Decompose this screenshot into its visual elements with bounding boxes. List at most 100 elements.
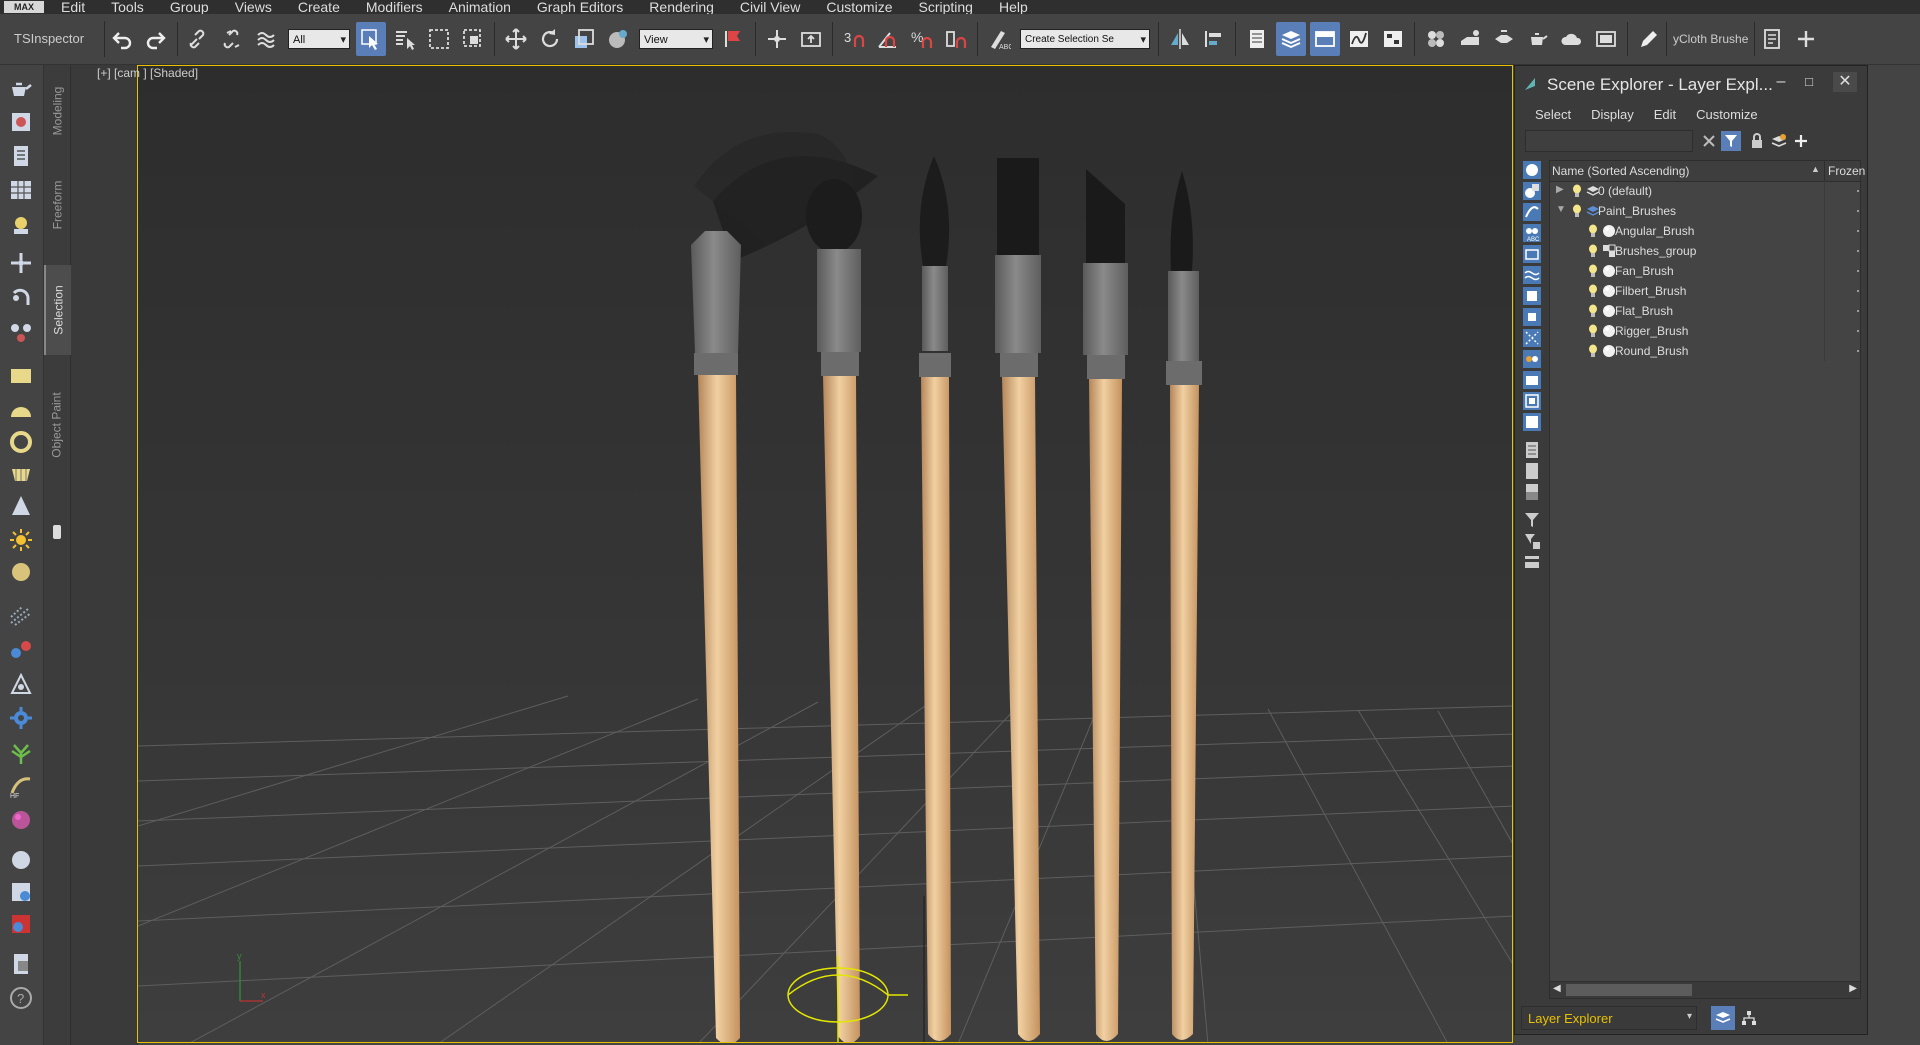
filter-funnel-icon[interactable] (1522, 510, 1542, 530)
display-shapes-icon[interactable] (1522, 202, 1542, 222)
display-panel-icon[interactable] (8, 213, 34, 239)
toggle-layer-explorer-button[interactable] (1276, 22, 1306, 56)
menu-create[interactable]: Create (285, 0, 353, 14)
quick-settings-button[interactable] (1757, 22, 1787, 56)
frozen-cell[interactable] (1824, 281, 1861, 301)
scene-file-icon[interactable] (8, 951, 34, 977)
hierarchy-filter-icon[interactable] (1522, 531, 1542, 551)
named-selection-set-dropdown[interactable]: Create Selection Se (1020, 29, 1150, 50)
help-icon[interactable]: ? (8, 985, 34, 1011)
tab-freeform[interactable]: Freeform (44, 165, 70, 245)
display-helpers-icon[interactable] (1522, 265, 1542, 285)
scroll-thumb[interactable] (1566, 984, 1692, 996)
visibility-bulb-icon[interactable] (1588, 304, 1598, 318)
select-by-name-button[interactable] (390, 22, 420, 56)
select-and-scale-button[interactable] (569, 22, 599, 56)
ribbon-expand-handle[interactable] (53, 525, 61, 539)
utilities-panel-icon[interactable] (8, 250, 34, 276)
menu-edit[interactable]: Edit (48, 0, 98, 14)
curve-editor-button[interactable] (1344, 22, 1374, 56)
light-icon[interactable] (8, 527, 34, 553)
bind-to-space-warp-button[interactable] (252, 22, 282, 56)
clear-search-button[interactable] (1699, 131, 1719, 151)
visibility-bulb-icon[interactable] (1588, 244, 1598, 258)
menu-scripting[interactable]: Scripting (905, 0, 985, 14)
motion-panel-icon[interactable] (8, 177, 34, 203)
filbert-brush[interactable] (806, 179, 862, 1043)
expand-arrow-icon[interactable]: ▶ (1556, 184, 1564, 195)
flat-brush[interactable] (995, 158, 1041, 1041)
viewport-cam[interactable]: y x (137, 65, 1513, 1043)
foliage-icon[interactable] (8, 741, 34, 767)
toggle-ribbon-button[interactable] (1310, 22, 1340, 56)
tree-object-row[interactable]: Filbert_Brush (1550, 281, 1860, 301)
ts-inspector-label[interactable]: TSInspector (4, 21, 105, 57)
reference-coordinate-dropdown[interactable]: View (639, 29, 713, 50)
sort-by-layer-button[interactable] (1711, 1006, 1735, 1030)
filter-toggle-button[interactable] (1721, 131, 1741, 151)
toggle-scene-explorer-button[interactable] (1242, 22, 1272, 56)
select-and-rotate-button[interactable] (535, 22, 565, 56)
menu-rendering[interactable]: Rendering (636, 0, 727, 14)
render-setup-button[interactable] (1455, 22, 1485, 56)
snaps-toggle-button[interactable]: 3 (839, 22, 869, 56)
unlink-selection-button[interactable] (218, 22, 248, 56)
close-button[interactable]: ✕ (1833, 72, 1857, 92)
menu-views[interactable]: Views (222, 0, 285, 14)
visibility-bulb-icon[interactable] (1588, 224, 1598, 238)
maximize-button[interactable]: □ (1797, 72, 1821, 92)
display-cameras-icon[interactable] (1522, 244, 1542, 264)
menu-customize[interactable]: Customize (813, 0, 905, 14)
visibility-bulb-icon[interactable] (1588, 344, 1598, 358)
display-none-sheet-icon[interactable] (1522, 461, 1542, 481)
se-menu-select[interactable]: Select (1525, 104, 1581, 126)
tree-object-row[interactable]: Round_Brush (1550, 341, 1860, 361)
display-none-icon[interactable] (1522, 160, 1542, 180)
column-name-header[interactable]: Name (Sorted Ascending) (1552, 164, 1689, 178)
teapot-create-icon[interactable] (8, 75, 34, 101)
tree-object-row[interactable]: Fan_Brush (1550, 261, 1860, 281)
cloth-script-label[interactable]: yCloth Brushe (1666, 22, 1756, 56)
dome-primitive-icon[interactable] (8, 397, 34, 423)
menu-help[interactable]: Help (986, 0, 1041, 14)
a360-gallery-button[interactable] (1591, 22, 1621, 56)
sort-by-hierarchy-button[interactable] (1737, 1006, 1761, 1030)
display-geometry-icon[interactable] (1522, 181, 1542, 201)
angular-brush[interactable] (1083, 169, 1128, 1041)
hedra-primitive-icon[interactable] (8, 461, 34, 487)
visibility-bulb-icon[interactable] (1588, 324, 1598, 338)
mirror-button[interactable] (1165, 22, 1195, 56)
se-menu-customize[interactable]: Customize (1686, 104, 1767, 126)
scroll-left-arrow[interactable]: ◀ (1553, 983, 1561, 994)
display-spacewarps-icon[interactable] (1522, 286, 1542, 306)
keyboard-shortcut-override-button[interactable] (796, 22, 826, 56)
torus-primitive-icon[interactable] (8, 429, 34, 455)
display-containers-icon[interactable] (1522, 370, 1542, 390)
selection-filter-dropdown[interactable]: All (288, 29, 350, 50)
add-toolbar-button[interactable] (1791, 22, 1821, 56)
rigger-brush[interactable] (1166, 171, 1202, 1040)
hair-fur-icon[interactable]: HF (8, 773, 34, 799)
frozen-cell[interactable] (1824, 301, 1861, 321)
frozen-cell[interactable] (1824, 181, 1861, 201)
pen-tool-button[interactable] (1634, 22, 1664, 56)
select-and-place-button[interactable] (603, 22, 633, 56)
tab-selection[interactable]: Selection (44, 265, 72, 355)
search-input[interactable] (1525, 130, 1693, 152)
select-children-icon[interactable] (1522, 552, 1542, 572)
frozen-cell[interactable] (1824, 261, 1861, 281)
window-crossing-button[interactable] (458, 22, 488, 56)
menu-modifiers[interactable]: Modifiers (353, 0, 436, 14)
menu-group[interactable]: Group (157, 0, 222, 14)
new-layer-button[interactable] (1791, 131, 1811, 151)
edit-named-selections-button[interactable]: ABC (984, 22, 1014, 56)
render-in-cloud-button[interactable] (1557, 22, 1587, 56)
render-production-button[interactable] (1523, 22, 1553, 56)
frozen-cell[interactable] (1824, 241, 1861, 261)
frozen-cell[interactable] (1824, 321, 1861, 341)
particle-icon[interactable] (8, 603, 34, 629)
use-pivot-center-button[interactable] (719, 22, 749, 56)
select-and-manipulate-button[interactable] (762, 22, 792, 56)
lock-cell-button[interactable] (1747, 131, 1767, 151)
scroll-right-arrow[interactable]: ▶ (1849, 983, 1857, 994)
